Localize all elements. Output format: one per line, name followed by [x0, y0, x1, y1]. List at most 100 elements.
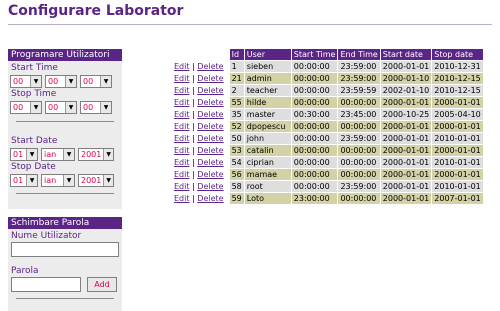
table-row: Edit | Delete 1 sieben 00:00:00 23:59:00 2000…	[174, 61, 484, 72]
start-month-select[interactable]: ian ▼	[41, 147, 75, 161]
separator: |	[192, 122, 195, 131]
cell-end-time: 00:00:00	[338, 145, 381, 156]
cell-stop-date: 2000-01-01	[432, 169, 484, 180]
table-row: Edit | Delete 55 hilde 00:00:00 00:00:00 2000…	[174, 97, 484, 108]
row-actions: Edit | Delete	[174, 181, 230, 192]
edit-link[interactable]: Edit	[174, 122, 190, 131]
start-time-label: Start Time	[11, 63, 58, 73]
cell-end-time: 23:59:00	[338, 73, 381, 84]
stop-year-select[interactable]: 2001 ▼	[78, 173, 114, 187]
edit-link[interactable]: Edit	[174, 74, 190, 83]
cell-start-date: 2000-01-01	[380, 121, 433, 132]
column-header-end-time: End Time	[338, 49, 381, 60]
start-year-select[interactable]: 2001 ▼	[78, 147, 114, 161]
stop-date-selects: 01 ▼ ian ▼ 2001 ▼	[8, 172, 122, 188]
edit-link[interactable]: Edit	[174, 98, 190, 107]
row-actions: Edit | Delete	[174, 145, 230, 156]
delete-link[interactable]: Delete	[197, 194, 223, 203]
edit-link[interactable]: Edit	[174, 134, 190, 143]
cell-end-time: 23:59:00	[338, 61, 381, 72]
chevron-down-icon: ▼	[26, 148, 37, 160]
edit-link[interactable]: Edit	[174, 86, 190, 95]
cell-end-time: 23:59:00	[338, 133, 381, 144]
stop-second-select[interactable]: 00 ▼	[80, 100, 112, 114]
column-header-start-time: Start Time	[291, 49, 339, 60]
table-row: Edit | Delete 53 catalin 00:00:00 00:00:00 20…	[174, 145, 484, 156]
delete-link[interactable]: Delete	[197, 182, 223, 191]
edit-link[interactable]: Edit	[174, 170, 190, 179]
separator: |	[192, 194, 195, 203]
delete-link[interactable]: Delete	[197, 134, 223, 143]
cell-id: 58	[229, 181, 245, 192]
cell-stop-date: 2010-01-01	[432, 157, 484, 168]
add-button[interactable]: Add	[87, 277, 117, 292]
start-date-label: Start Date	[11, 136, 58, 146]
cell-start-date: 2000-01-01	[380, 61, 433, 72]
delete-link[interactable]: Delete	[197, 158, 223, 167]
cell-id: 53	[229, 145, 245, 156]
start-day-select[interactable]: 01 ▼	[10, 147, 38, 161]
parola-panel: Schimbare Parola Nume Utilizator Parola …	[8, 217, 122, 311]
cell-stop-date: 2000-01-01	[432, 121, 484, 132]
cell-start-time: 00:00:00	[291, 169, 339, 180]
stop-hour-select[interactable]: 00 ▼	[10, 100, 42, 114]
cell-end-time: 23:59:59	[338, 85, 381, 96]
delete-link[interactable]: Delete	[197, 62, 223, 71]
separator: |	[192, 110, 195, 119]
edit-link[interactable]: Edit	[174, 158, 190, 167]
separator: |	[192, 98, 195, 107]
edit-link[interactable]: Edit	[174, 62, 190, 71]
cell-end-time: 00:00:00	[338, 121, 381, 132]
cell-stop-date: 2005-04-10	[432, 109, 484, 120]
delete-link[interactable]: Delete	[197, 98, 223, 107]
stop-month-select[interactable]: ian ▼	[41, 173, 75, 187]
cell-id: 55	[229, 97, 245, 108]
stop-minute-select[interactable]: 00 ▼	[45, 100, 77, 114]
stop-day-select[interactable]: 01 ▼	[10, 173, 38, 187]
edit-link[interactable]: Edit	[174, 110, 190, 119]
cell-user: master	[244, 109, 292, 120]
edit-link[interactable]: Edit	[174, 146, 190, 155]
user-name-input[interactable]	[11, 242, 119, 257]
cell-start-time: 00:00:00	[291, 73, 339, 84]
password-row: Add	[8, 277, 122, 292]
row-actions: Edit | Delete	[174, 133, 230, 144]
separator: |	[192, 170, 195, 179]
programare-panel-title: Programare Utilizatori	[8, 49, 122, 61]
cell-start-date: 2000-10-25	[380, 109, 433, 120]
cell-start-time: 00:30:00	[291, 109, 339, 120]
cell-user: catalin	[244, 145, 292, 156]
cell-id: 59	[229, 193, 245, 204]
cell-start-time: 23:00:00	[291, 193, 339, 204]
cell-end-time: 00:00:00	[338, 157, 381, 168]
cell-end-time: 00:00:00	[338, 97, 381, 108]
actions-header	[174, 49, 230, 60]
chevron-down-icon: ▼	[65, 101, 76, 113]
delete-link[interactable]: Delete	[197, 146, 223, 155]
cell-stop-date: 2010-01-01	[432, 133, 484, 144]
start-hour-select[interactable]: 00 ▼	[10, 74, 42, 88]
delete-link[interactable]: Delete	[197, 110, 223, 119]
cell-user: dpopescu	[244, 121, 292, 132]
row-actions: Edit | Delete	[174, 169, 230, 180]
column-header-stop-date: Stop date	[432, 49, 484, 60]
column-header-user: User	[244, 49, 292, 60]
delete-link[interactable]: Delete	[197, 170, 223, 179]
delete-link[interactable]: Delete	[197, 122, 223, 131]
chevron-down-icon: ▼	[30, 75, 41, 87]
cell-id: 50	[229, 133, 245, 144]
edit-link[interactable]: Edit	[174, 182, 190, 191]
separator: |	[192, 158, 195, 167]
edit-link[interactable]: Edit	[174, 194, 190, 203]
cell-user: john	[244, 133, 292, 144]
cell-start-time: 00:00:00	[291, 121, 339, 132]
cell-end-time: 00:00:00	[338, 169, 381, 180]
table-row: Edit | Delete 21 admin 00:00:00 23:59:00 2000…	[174, 73, 484, 84]
cell-stop-date: 2010-12-15	[432, 85, 484, 96]
delete-link[interactable]: Delete	[197, 74, 223, 83]
cell-user: sieben	[244, 61, 292, 72]
delete-link[interactable]: Delete	[197, 86, 223, 95]
start-second-select[interactable]: 00 ▼	[80, 74, 112, 88]
start-minute-select[interactable]: 00 ▼	[45, 74, 77, 88]
password-input[interactable]	[11, 277, 81, 292]
